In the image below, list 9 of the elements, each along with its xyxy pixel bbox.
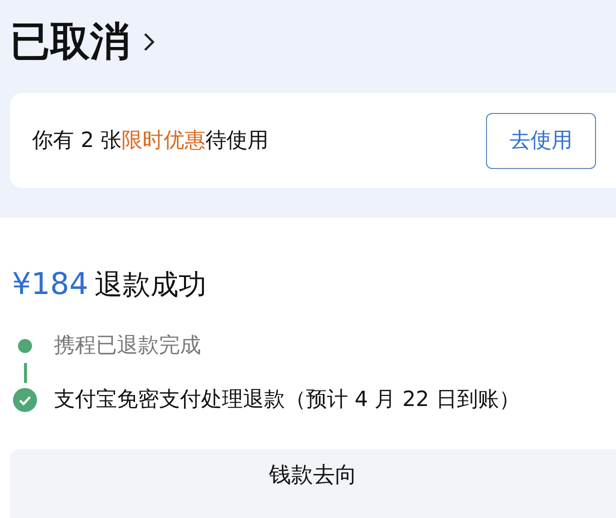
refund-status: 退款成功 xyxy=(94,267,206,303)
coupon-text: 你有 2 张限时优惠待使用 xyxy=(32,126,269,154)
chevron-right-icon[interactable] xyxy=(142,31,156,53)
money-flow-button[interactable]: 钱款去向 xyxy=(10,449,616,518)
use-coupon-button[interactable]: 去使用 xyxy=(486,112,596,168)
step-text: 携程已退款完成 xyxy=(54,332,201,360)
status-title[interactable]: 已取消 xyxy=(10,22,130,62)
refund-amount: ¥184 xyxy=(12,266,88,304)
step-text: 支付宝免密支付处理退款（预计 4 月 22 日到账） xyxy=(54,386,520,414)
